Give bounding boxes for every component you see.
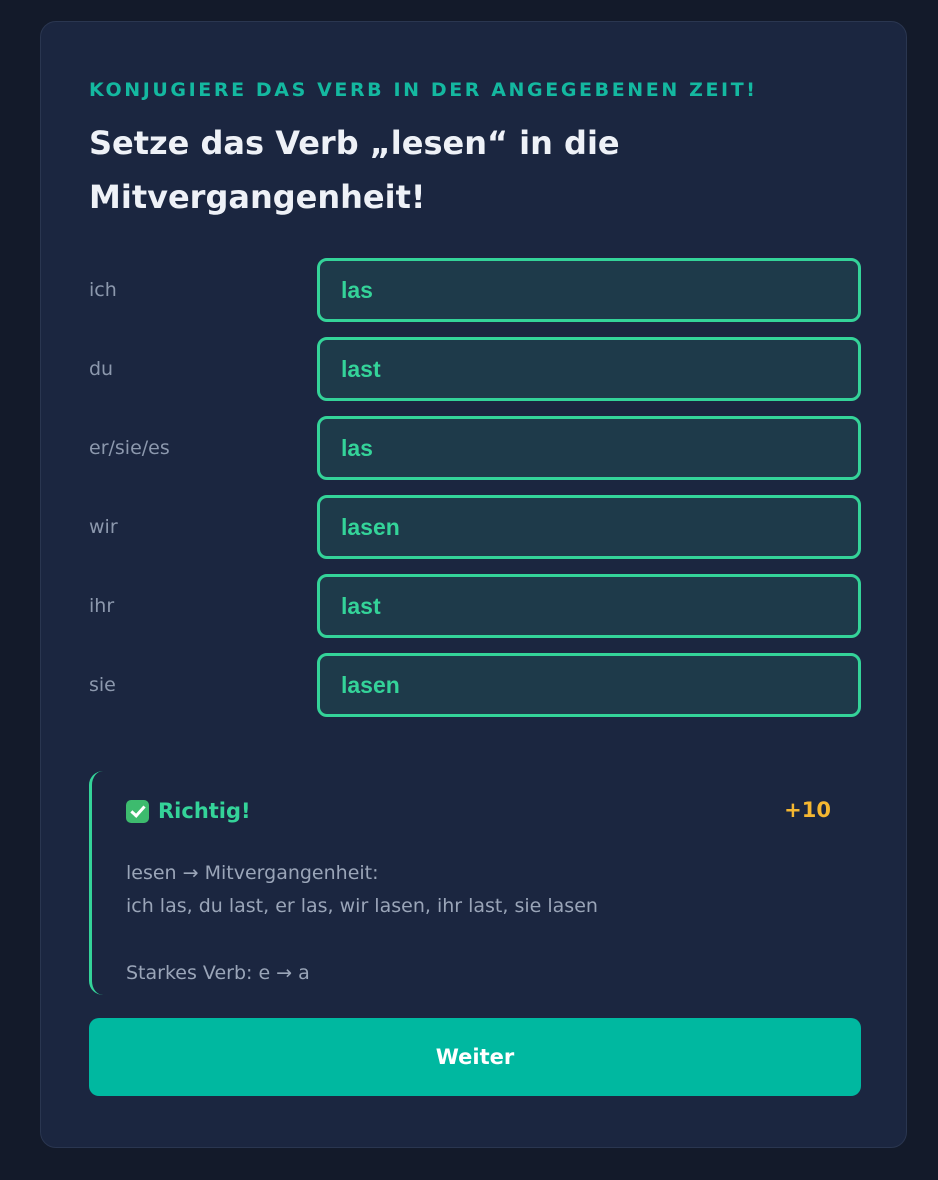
pronoun-label: wir xyxy=(89,516,118,538)
explanation-line: ich las, du last, er las, wir lasen, ihr… xyxy=(126,895,598,917)
answer-input-du[interactable] xyxy=(317,337,861,401)
conjugation-row-ihr: ihr xyxy=(89,574,861,638)
explanation-line: lesen → Mitvergangenheit: xyxy=(126,862,379,884)
feedback-header: Richtig! xyxy=(126,799,251,823)
pronoun-label: er/sie/es xyxy=(89,437,170,459)
conjugation-row-ich: ich xyxy=(89,258,861,322)
answer-input-ihr[interactable] xyxy=(317,574,861,638)
conjugation-row-sie: sie xyxy=(89,653,861,717)
points-badge: +10 xyxy=(784,798,831,822)
answer-input-sie[interactable] xyxy=(317,653,861,717)
explanation-spacer xyxy=(126,923,598,957)
answer-input-ich[interactable] xyxy=(317,258,861,322)
conjugation-row-er-sie-es: er/sie/es xyxy=(89,416,861,480)
pronoun-label: sie xyxy=(89,674,116,696)
exercise-instruction: KONJUGIERE DAS VERB IN DER ANGEGEBENEN Z… xyxy=(89,79,758,101)
exercise-title: Setze das Verb „lesen“ in die Mitvergang… xyxy=(89,124,620,216)
explanation-line: Starkes Verb: e → a xyxy=(126,962,310,984)
conjugation-row-wir: wir xyxy=(89,495,861,559)
feedback-panel: Richtig! +10 lesen → Mitvergangenheit: i… xyxy=(89,771,861,995)
feedback-status: Richtig! xyxy=(158,799,251,823)
answer-input-er-sie-es[interactable] xyxy=(317,416,861,480)
pronoun-label: ich xyxy=(89,279,117,301)
next-button[interactable]: Weiter xyxy=(89,1018,861,1096)
pronoun-label: ihr xyxy=(89,595,115,617)
exercise-card: KONJUGIERE DAS VERB IN DER ANGEGEBENEN Z… xyxy=(40,21,907,1148)
conjugation-table: ich du er/sie/es wir ihr sie xyxy=(89,258,861,732)
feedback-explanation: lesen → Mitvergangenheit: ich las, du la… xyxy=(126,857,598,990)
conjugation-row-du: du xyxy=(89,337,861,401)
answer-input-wir[interactable] xyxy=(317,495,861,559)
pronoun-label: du xyxy=(89,358,114,380)
check-box-icon xyxy=(126,799,149,823)
